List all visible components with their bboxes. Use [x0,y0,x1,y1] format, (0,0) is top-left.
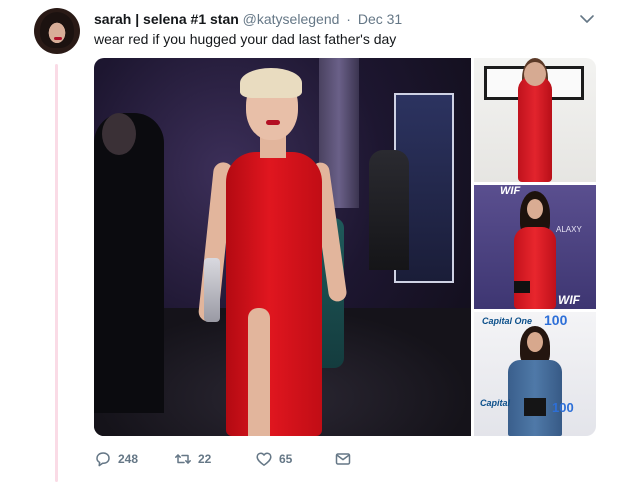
reply-button[interactable]: 248 [94,448,138,470]
person-in-red-dress [197,68,348,436]
photo-bottom-right[interactable]: Capital One 100 Capital 100 [474,312,596,436]
photo-logo-bottom: 100 [552,400,574,415]
separator-dot: · [346,11,351,27]
like-count: 65 [279,452,293,466]
media-grid: WIF ALAXY WIF Capital One 100 Capital 10… [94,58,596,436]
photo-brand-bottom: Capital [480,398,511,408]
tweet-actions: 248 22 65 [94,448,394,470]
photo-sign: WIF [500,185,521,197]
photo-brand: Capital One [482,316,533,326]
photo-side-text: ALAXY [556,225,582,234]
direct-message-button[interactable] [334,448,352,470]
chevron-down-icon[interactable] [578,10,596,28]
handle[interactable]: @katyselegend [243,11,340,27]
tweet-header: sarah | selena #1 stan @katyselegend · D… [94,10,585,28]
display-name[interactable]: sarah | selena #1 stan [94,11,239,27]
photo-main[interactable] [94,58,471,436]
mail-icon [335,453,351,465]
tweet-text: wear red if you hugged your dad last fat… [94,31,397,47]
tweet[interactable]: sarah | selena #1 stan @katyselegend · D… [0,0,635,482]
avatar[interactable] [34,8,80,54]
avatar-hair [40,12,74,48]
photo-sign-bottom: WIF [558,293,580,307]
reply-count: 248 [118,452,139,466]
avatar-lips [54,37,62,40]
photo-top-right[interactable] [474,58,596,182]
retweet-icon [175,454,191,464]
heart-icon [256,452,272,466]
thread-line [55,64,58,482]
photo-middle-right[interactable]: WIF ALAXY WIF [474,185,596,309]
retweet-count: 22 [198,452,212,466]
reply-icon [96,452,110,467]
photo-logo: 100 [544,312,568,328]
like-button[interactable]: 65 [255,448,292,470]
retweet-button[interactable]: 22 [174,448,211,470]
timestamp[interactable]: Dec 31 [358,11,402,27]
